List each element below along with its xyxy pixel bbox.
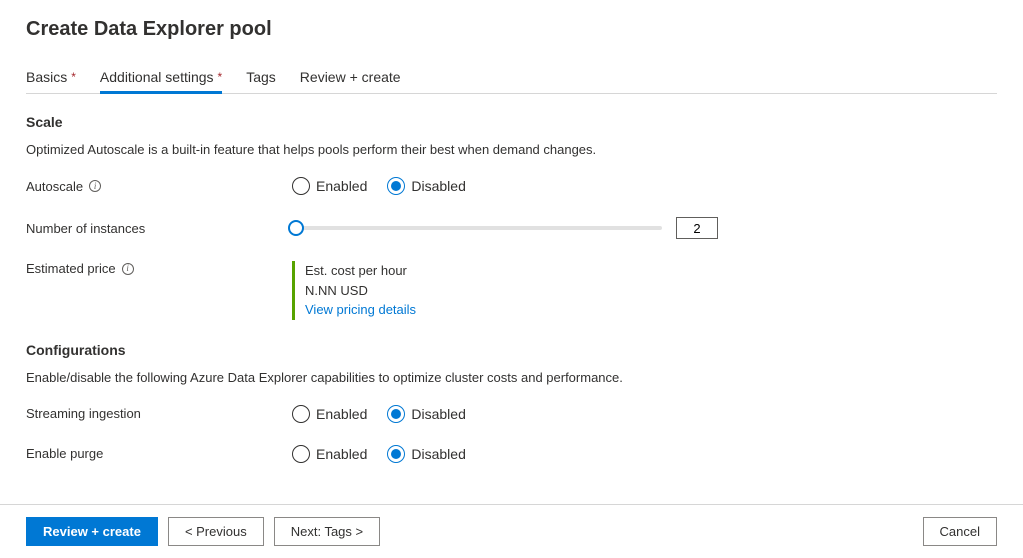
radio-circle-icon xyxy=(387,445,405,463)
radio-label: Disabled xyxy=(411,446,465,462)
radio-circle-icon xyxy=(387,177,405,195)
configurations-desc: Enable/disable the following Azure Data … xyxy=(26,370,997,385)
autoscale-disabled-radio[interactable]: Disabled xyxy=(387,177,465,195)
enable-purge-label: Enable purge xyxy=(26,446,103,461)
radio-circle-icon xyxy=(292,445,310,463)
next-button[interactable]: Next: Tags > xyxy=(274,517,380,546)
previous-button[interactable]: < Previous xyxy=(168,517,264,546)
streaming-ingestion-label: Streaming ingestion xyxy=(26,406,141,421)
slider-thumb[interactable] xyxy=(288,220,304,236)
radio-label: Enabled xyxy=(316,406,367,422)
configurations-header: Configurations xyxy=(26,342,997,358)
cancel-button[interactable]: Cancel xyxy=(923,517,997,546)
tab-basics[interactable]: Basics * xyxy=(26,63,76,94)
instances-input[interactable] xyxy=(676,217,718,239)
page-title: Create Data Explorer pool xyxy=(26,18,997,41)
streaming-enabled-radio[interactable]: Enabled xyxy=(292,405,367,423)
tab-additional-label: Additional settings xyxy=(100,69,214,85)
footer: Review + create < Previous Next: Tags > … xyxy=(0,504,1023,558)
tab-tags-label: Tags xyxy=(246,69,276,85)
radio-label: Enabled xyxy=(316,178,367,194)
tab-review-label: Review + create xyxy=(300,69,401,85)
tab-tags[interactable]: Tags xyxy=(246,63,276,94)
estimated-price-label: Estimated price xyxy=(26,261,116,276)
tab-review-create[interactable]: Review + create xyxy=(300,63,401,94)
streaming-disabled-radio[interactable]: Disabled xyxy=(387,405,465,423)
purge-enabled-radio[interactable]: Enabled xyxy=(292,445,367,463)
radio-label: Disabled xyxy=(411,406,465,422)
instances-slider[interactable] xyxy=(292,226,662,230)
autoscale-enabled-radio[interactable]: Enabled xyxy=(292,177,367,195)
tab-additional-settings[interactable]: Additional settings * xyxy=(100,63,222,94)
review-create-button[interactable]: Review + create xyxy=(26,517,158,546)
instances-label: Number of instances xyxy=(26,221,145,236)
autoscale-label: Autoscale xyxy=(26,179,83,194)
tabs: Basics * Additional settings * Tags Revi… xyxy=(26,63,997,94)
pricing-details-link[interactable]: View pricing details xyxy=(305,302,416,317)
info-icon[interactable]: i xyxy=(89,180,101,192)
estimated-price-block: Est. cost per hour N.NN USD View pricing… xyxy=(292,261,416,320)
radio-label: Enabled xyxy=(316,446,367,462)
radio-label: Disabled xyxy=(411,178,465,194)
radio-circle-icon xyxy=(292,405,310,423)
info-icon[interactable]: i xyxy=(122,263,134,275)
scale-desc: Optimized Autoscale is a built-in featur… xyxy=(26,142,997,157)
tab-basics-label: Basics xyxy=(26,69,67,85)
asterisk-icon: * xyxy=(218,70,223,84)
asterisk-icon: * xyxy=(71,70,76,84)
price-title: Est. cost per hour xyxy=(305,261,416,281)
radio-circle-icon xyxy=(292,177,310,195)
scale-header: Scale xyxy=(26,114,997,130)
radio-circle-icon xyxy=(387,405,405,423)
price-value: N.NN USD xyxy=(305,281,416,301)
purge-disabled-radio[interactable]: Disabled xyxy=(387,445,465,463)
